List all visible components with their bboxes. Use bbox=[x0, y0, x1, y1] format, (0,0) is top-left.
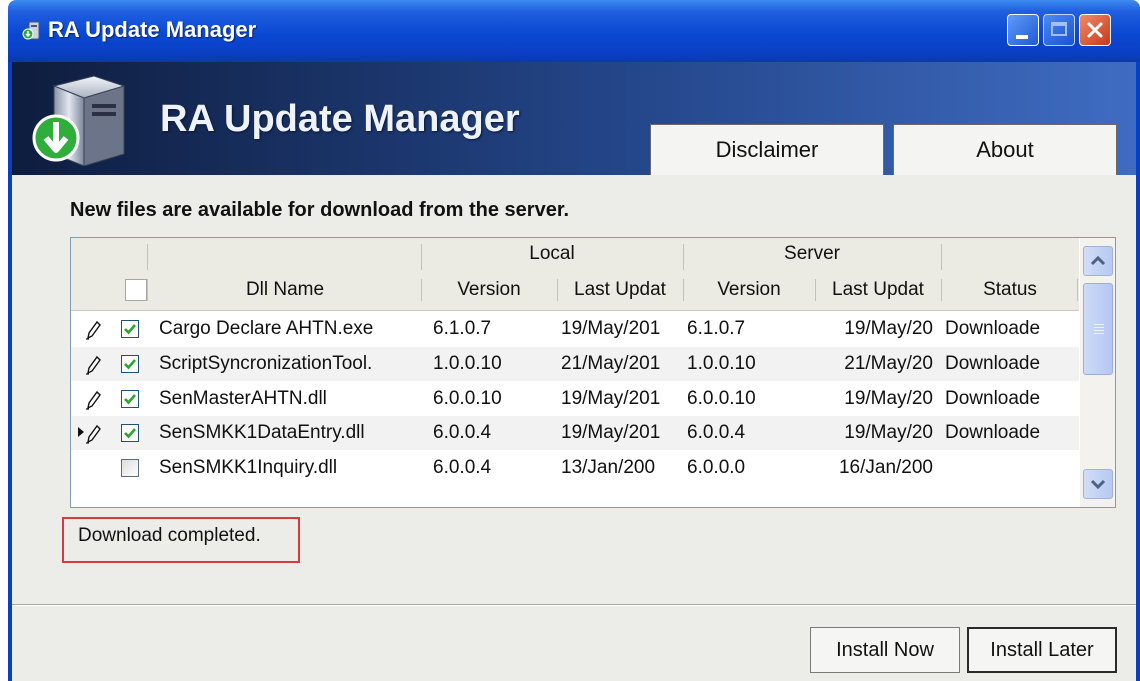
disclaimer-button[interactable]: Disclaimer bbox=[650, 124, 884, 176]
scroll-thumb[interactable] bbox=[1083, 283, 1113, 375]
row-select-checkbox[interactable] bbox=[121, 354, 139, 373]
checkmark-icon bbox=[124, 358, 136, 370]
cell-status[interactable]: Downloade bbox=[945, 347, 1079, 381]
title-bar[interactable]: RA Update Manager bbox=[8, 0, 1140, 62]
current-row-arrow-icon bbox=[78, 427, 84, 438]
cell-dll-name[interactable]: ScriptSyncronizationTool. bbox=[159, 347, 421, 381]
cell-status[interactable]: Downloade bbox=[945, 312, 1079, 346]
cell-server-version[interactable]: 6.0.0.0 bbox=[687, 451, 815, 485]
minimize-button[interactable] bbox=[1007, 14, 1039, 46]
app-update-icon bbox=[22, 21, 40, 40]
column-header-row: Dll Name Version Last Updat Version Last… bbox=[71, 270, 1079, 311]
column-header-local-version[interactable]: Version bbox=[421, 270, 557, 310]
column-header-status[interactable]: Status bbox=[941, 270, 1079, 310]
status-message: Download completed. bbox=[78, 525, 261, 546]
row-select-checkbox[interactable] bbox=[121, 459, 139, 478]
cell-dll-name[interactable]: Cargo Declare AHTN.exe bbox=[159, 312, 421, 346]
scroll-down-button[interactable] bbox=[1083, 469, 1113, 499]
cell-server-last-update[interactable]: 19/May/20 bbox=[815, 382, 941, 416]
download-server-icon bbox=[32, 75, 126, 166]
close-icon bbox=[1087, 22, 1103, 38]
cell-local-version[interactable]: 6.1.0.7 bbox=[433, 312, 557, 346]
pencil-edit-icon bbox=[86, 425, 101, 444]
checkmark-icon bbox=[124, 428, 136, 439]
pencil-edit-icon bbox=[86, 320, 101, 340]
cell-local-last-update[interactable]: 19/May/201 bbox=[561, 312, 683, 346]
cell-local-version[interactable]: 1.0.0.10 bbox=[433, 347, 557, 381]
row-select-checkbox[interactable] bbox=[121, 389, 139, 408]
scroll-up-button[interactable] bbox=[1083, 246, 1113, 276]
checkmark-icon bbox=[124, 324, 136, 335]
table-row[interactable]: SenSMKK1Inquiry.dll 6.0.0.4 13/Jan/200 6.0.… bbox=[71, 451, 1079, 486]
column-header-dll-name[interactable]: Dll Name bbox=[149, 270, 421, 310]
cell-dll-name[interactable]: SenSMKK1DataEntry.dll bbox=[159, 416, 421, 450]
column-header-local-last-update[interactable]: Last Updat bbox=[557, 270, 683, 310]
cell-status[interactable]: Downloade bbox=[945, 382, 1079, 416]
maximize-button[interactable] bbox=[1043, 14, 1075, 46]
cell-dll-name[interactable]: SenSMKK1Inquiry.dll bbox=[159, 451, 421, 485]
cell-server-last-update[interactable]: 19/May/20 bbox=[815, 312, 941, 346]
pencil-edit-icon bbox=[86, 390, 101, 410]
cell-local-version[interactable]: 6.0.0.4 bbox=[433, 451, 557, 485]
install-later-button[interactable]: Install Later bbox=[967, 627, 1117, 673]
chevron-up-icon bbox=[1090, 255, 1106, 266]
cell-server-version[interactable]: 6.0.0.10 bbox=[687, 382, 815, 416]
cell-server-last-update[interactable]: 21/May/20 bbox=[815, 347, 941, 381]
window-title: RA Update Manager bbox=[48, 17, 257, 42]
table-row[interactable]: ScriptSyncronizationTool. 1.0.0.10 21/May/… bbox=[71, 346, 1079, 381]
select-all-checkbox[interactable] bbox=[125, 279, 147, 301]
info-message: New files are available for download fro… bbox=[70, 199, 570, 221]
cell-server-version[interactable]: 1.0.0.10 bbox=[687, 347, 815, 381]
window-frame-right bbox=[1136, 62, 1140, 681]
vertical-scrollbar[interactable] bbox=[1080, 238, 1115, 507]
column-header-server-version[interactable]: Version bbox=[683, 270, 815, 310]
row-select-checkbox[interactable] bbox=[121, 424, 139, 443]
group-header-row: Local Server bbox=[71, 238, 1079, 272]
cell-server-version[interactable]: 6.1.0.7 bbox=[687, 312, 815, 346]
pencil-edit-icon bbox=[86, 355, 101, 375]
table-row[interactable]: SenMasterAHTN.dll 6.0.0.10 19/May/201 6.0.0… bbox=[71, 381, 1079, 416]
table-row[interactable]: SenSMKK1DataEntry.dll 6.0.0.4 19/May/201 6.… bbox=[71, 416, 1079, 451]
cell-local-last-update[interactable]: 21/May/201 bbox=[561, 347, 683, 381]
about-button[interactable]: About bbox=[893, 124, 1117, 176]
cell-server-version[interactable]: 6.0.0.4 bbox=[687, 416, 815, 450]
group-header-local: Local bbox=[529, 243, 575, 264]
close-button[interactable] bbox=[1079, 14, 1111, 46]
cell-status[interactable]: Downloade bbox=[945, 416, 1079, 450]
banner-title: RA Update Manager bbox=[160, 98, 520, 140]
files-grid[interactable]: Local Server Dll Name Version Last Updat… bbox=[70, 237, 1116, 508]
cell-server-last-update[interactable]: 19/May/20 bbox=[815, 416, 941, 450]
cell-local-version[interactable]: 6.0.0.4 bbox=[433, 416, 557, 450]
table-row[interactable]: Cargo Declare AHTN.exe 6.1.0.7 19/May/201 6… bbox=[71, 312, 1079, 346]
row-select-checkbox[interactable] bbox=[121, 320, 139, 338]
cell-server-last-update[interactable]: 16/Jan/200 bbox=[815, 451, 941, 485]
cell-local-last-update[interactable]: 19/May/201 bbox=[561, 382, 683, 416]
cell-local-last-update[interactable]: 13/Jan/200 bbox=[561, 451, 683, 485]
group-header-server: Server bbox=[784, 243, 840, 264]
checkmark-icon bbox=[124, 393, 136, 405]
cell-local-last-update[interactable]: 19/May/201 bbox=[561, 416, 683, 450]
cell-dll-name[interactable]: SenMasterAHTN.dll bbox=[159, 382, 421, 416]
column-header-server-last-update[interactable]: Last Updat bbox=[815, 270, 941, 310]
install-now-button[interactable]: Install Now bbox=[810, 627, 960, 673]
cell-status[interactable] bbox=[945, 451, 1079, 485]
chevron-down-icon bbox=[1090, 479, 1106, 490]
cell-local-version[interactable]: 6.0.0.10 bbox=[433, 382, 557, 416]
